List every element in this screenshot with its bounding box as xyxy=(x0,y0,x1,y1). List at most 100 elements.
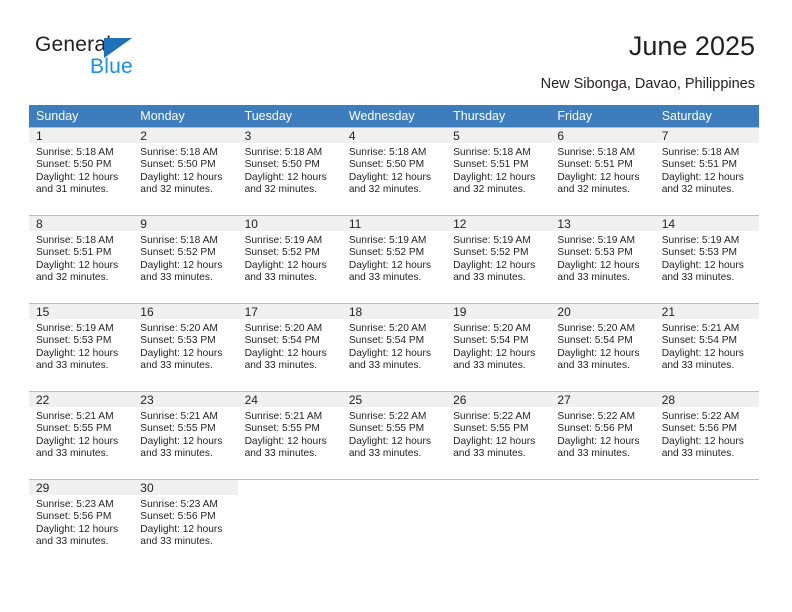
calendar-day-cell[interactable]: 21 Sunrise: 5:21 AM Sunset: 5:54 PM Dayligh… xyxy=(654,303,759,391)
daylight-text-line1: Daylight: 12 hours xyxy=(453,259,536,271)
day-number-band: 4 xyxy=(341,127,447,143)
day-number: 2 xyxy=(140,129,147,143)
day-sun-info: Sunrise: 5:21 AM Sunset: 5:55 PM Daylight:… xyxy=(29,407,133,461)
calendar-day-cell[interactable]: 10 Sunrise: 5:19 AM Sunset: 5:52 PM Dayligh… xyxy=(237,215,342,303)
daylight-text-line2: and 33 minutes. xyxy=(453,272,526,284)
day-number-band: 6 xyxy=(550,127,655,143)
daylight-text-line1: Daylight: 12 hours xyxy=(557,171,640,183)
day-sun-info: Sunrise: 5:22 AM Sunset: 5:55 PM Daylight:… xyxy=(446,407,550,461)
day-number: 29 xyxy=(36,481,50,495)
day-number-band xyxy=(237,479,342,495)
calendar-day-cell[interactable]: 22 Sunrise: 5:21 AM Sunset: 5:55 PM Dayligh… xyxy=(29,391,134,479)
calendar-day-cell[interactable]: 19 Sunrise: 5:20 AM Sunset: 5:54 PM Dayligh… xyxy=(446,303,551,391)
calendar-day-cell[interactable]: 30 Sunrise: 5:23 AM Sunset: 5:56 PM Dayligh… xyxy=(133,479,238,567)
calendar-day-cell[interactable]: 3 Sunrise: 5:18 AM Sunset: 5:50 PM Daylight… xyxy=(237,127,342,215)
sunset-text: Sunset: 5:50 PM xyxy=(140,159,216,171)
day-sun-info xyxy=(655,495,759,499)
daylight-text-line1: Daylight: 12 hours xyxy=(244,435,327,447)
day-sun-info: Sunrise: 5:19 AM Sunset: 5:53 PM Daylight:… xyxy=(550,231,654,285)
sunrise-text: Sunrise: 5:23 AM xyxy=(140,499,218,510)
day-cell-inner: 18 Sunrise: 5:20 AM Sunset: 5:54 PM Dayligh… xyxy=(341,303,447,391)
calendar-page: General Blue June 2025 New Sibonga, Dava… xyxy=(0,0,792,612)
daylight-text-line2: and 33 minutes. xyxy=(661,272,735,284)
daylight-text-line2: and 33 minutes. xyxy=(244,272,318,284)
day-number: 15 xyxy=(36,305,50,319)
day-sun-info: Sunrise: 5:19 AM Sunset: 5:53 PM Daylight:… xyxy=(29,319,133,373)
day-cell-inner xyxy=(237,479,342,567)
calendar-week-row: 8 Sunrise: 5:18 AM Sunset: 5:51 PM Daylight… xyxy=(29,215,759,303)
calendar-day-cell[interactable]: 29 Sunrise: 5:23 AM Sunset: 5:56 PM Dayligh… xyxy=(29,479,134,567)
calendar-day-cell[interactable]: 17 Sunrise: 5:20 AM Sunset: 5:54 PM Dayligh… xyxy=(237,303,342,391)
sunrise-text: Sunrise: 5:18 AM xyxy=(453,147,531,158)
day-sun-info: Sunrise: 5:22 AM Sunset: 5:55 PM Daylight:… xyxy=(342,407,446,461)
calendar-day-cell[interactable]: 24 Sunrise: 5:21 AM Sunset: 5:55 PM Dayligh… xyxy=(237,391,342,479)
sunset-text: Sunset: 5:52 PM xyxy=(140,247,216,259)
calendar-day-cell[interactable]: 7 Sunrise: 5:18 AM Sunset: 5:51 PM Daylight… xyxy=(654,127,759,215)
calendar-week-row: 1 Sunrise: 5:18 AM Sunset: 5:50 PM Daylight… xyxy=(29,127,759,215)
day-cell-inner: 19 Sunrise: 5:20 AM Sunset: 5:54 PM Dayligh… xyxy=(446,303,551,391)
calendar-body: 1 Sunrise: 5:18 AM Sunset: 5:50 PM Daylight… xyxy=(29,127,759,567)
weekday-header-wednesday: Wednesday xyxy=(341,105,447,127)
calendar-empty-cell xyxy=(237,479,342,567)
sunset-text: Sunset: 5:50 PM xyxy=(244,159,320,171)
calendar-day-cell[interactable]: 25 Sunrise: 5:22 AM Sunset: 5:55 PM Dayligh… xyxy=(341,391,447,479)
calendar-day-cell[interactable]: 4 Sunrise: 5:18 AM Sunset: 5:50 PM Daylight… xyxy=(341,127,447,215)
daylight-text-line2: and 33 minutes. xyxy=(140,536,213,548)
calendar-day-cell[interactable]: 8 Sunrise: 5:18 AM Sunset: 5:51 PM Daylight… xyxy=(29,215,134,303)
sunrise-text: Sunrise: 5:20 AM xyxy=(140,323,218,334)
sunrise-text: Sunrise: 5:19 AM xyxy=(36,323,114,334)
day-number: 28 xyxy=(661,393,676,407)
daylight-text-line1: Daylight: 12 hours xyxy=(140,523,223,535)
day-cell-inner: 23 Sunrise: 5:21 AM Sunset: 5:55 PM Dayligh… xyxy=(133,391,238,479)
day-number: 1 xyxy=(36,129,43,143)
sunset-text: Sunset: 5:52 PM xyxy=(244,247,320,259)
calendar-day-cell[interactable]: 2 Sunrise: 5:18 AM Sunset: 5:50 PM Daylight… xyxy=(133,127,238,215)
day-cell-inner: 7 Sunrise: 5:18 AM Sunset: 5:51 PM Daylight… xyxy=(654,127,759,215)
day-sun-info: Sunrise: 5:18 AM Sunset: 5:52 PM Daylight:… xyxy=(133,231,237,285)
calendar-day-cell[interactable]: 13 Sunrise: 5:19 AM Sunset: 5:53 PM Dayligh… xyxy=(550,215,655,303)
calendar-day-cell[interactable]: 14 Sunrise: 5:19 AM Sunset: 5:53 PM Dayligh… xyxy=(654,215,759,303)
page-title: June 2025 xyxy=(628,31,755,61)
day-sun-info xyxy=(550,495,654,499)
calendar-day-cell[interactable]: 6 Sunrise: 5:18 AM Sunset: 5:51 PM Daylight… xyxy=(550,127,655,215)
day-sun-info: Sunrise: 5:18 AM Sunset: 5:51 PM Daylight:… xyxy=(446,143,550,197)
day-cell-inner: 12 Sunrise: 5:19 AM Sunset: 5:52 PM Dayligh… xyxy=(446,215,551,303)
sunrise-text: Sunrise: 5:21 AM xyxy=(140,411,218,422)
calendar-day-cell[interactable]: 26 Sunrise: 5:22 AM Sunset: 5:55 PM Dayligh… xyxy=(446,391,551,479)
calendar-day-cell[interactable]: 27 Sunrise: 5:22 AM Sunset: 5:56 PM Dayligh… xyxy=(550,391,655,479)
sunset-text: Sunset: 5:51 PM xyxy=(453,159,529,171)
calendar-day-cell[interactable]: 20 Sunrise: 5:20 AM Sunset: 5:54 PM Dayligh… xyxy=(550,303,655,391)
general-blue-logo[interactable]: General Blue xyxy=(35,33,185,83)
daylight-text-line2: and 33 minutes. xyxy=(453,448,526,460)
calendar-day-cell[interactable]: 5 Sunrise: 5:18 AM Sunset: 5:51 PM Daylight… xyxy=(446,127,551,215)
calendar-day-cell[interactable]: 9 Sunrise: 5:18 AM Sunset: 5:52 PM Daylight… xyxy=(133,215,238,303)
daylight-text-line1: Daylight: 12 hours xyxy=(348,171,431,183)
sunrise-text: Sunrise: 5:19 AM xyxy=(453,235,531,246)
calendar-day-cell[interactable]: 28 Sunrise: 5:22 AM Sunset: 5:56 PM Dayligh… xyxy=(654,391,759,479)
sunrise-text: Sunrise: 5:18 AM xyxy=(140,147,218,158)
sunrise-text: Sunrise: 5:22 AM xyxy=(557,411,635,422)
day-cell-inner: 25 Sunrise: 5:22 AM Sunset: 5:55 PM Dayligh… xyxy=(341,391,447,479)
day-cell-inner xyxy=(341,479,447,567)
daylight-text-line2: and 33 minutes. xyxy=(140,360,213,372)
calendar-day-cell[interactable]: 16 Sunrise: 5:20 AM Sunset: 5:53 PM Dayligh… xyxy=(133,303,238,391)
sunset-text: Sunset: 5:56 PM xyxy=(661,423,738,435)
calendar-week-row: 15 Sunrise: 5:19 AM Sunset: 5:53 PM Dayligh… xyxy=(29,303,759,391)
daylight-text-line2: and 33 minutes. xyxy=(36,360,109,372)
calendar-day-cell[interactable]: 18 Sunrise: 5:20 AM Sunset: 5:54 PM Dayligh… xyxy=(341,303,447,391)
day-number: 26 xyxy=(453,393,467,407)
sunset-text: Sunset: 5:52 PM xyxy=(453,247,529,259)
day-number: 30 xyxy=(140,481,154,495)
calendar-day-cell[interactable]: 15 Sunrise: 5:19 AM Sunset: 5:53 PM Dayligh… xyxy=(29,303,134,391)
calendar-day-cell[interactable]: 1 Sunrise: 5:18 AM Sunset: 5:50 PM Daylight… xyxy=(29,127,134,215)
calendar-day-cell[interactable]: 23 Sunrise: 5:21 AM Sunset: 5:55 PM Dayligh… xyxy=(133,391,238,479)
sunset-text: Sunset: 5:52 PM xyxy=(348,247,425,259)
day-cell-inner: 3 Sunrise: 5:18 AM Sunset: 5:50 PM Daylight… xyxy=(237,127,342,215)
day-cell-inner: 30 Sunrise: 5:23 AM Sunset: 5:56 PM Dayligh… xyxy=(133,479,238,567)
daylight-text-line1: Daylight: 12 hours xyxy=(140,347,223,359)
calendar-day-cell[interactable]: 11 Sunrise: 5:19 AM Sunset: 5:52 PM Dayligh… xyxy=(341,215,447,303)
day-number: 8 xyxy=(36,217,43,231)
day-number: 5 xyxy=(453,129,460,143)
weekday-header-thursday: Thursday xyxy=(446,105,551,127)
calendar-day-cell[interactable]: 12 Sunrise: 5:19 AM Sunset: 5:52 PM Dayligh… xyxy=(446,215,551,303)
